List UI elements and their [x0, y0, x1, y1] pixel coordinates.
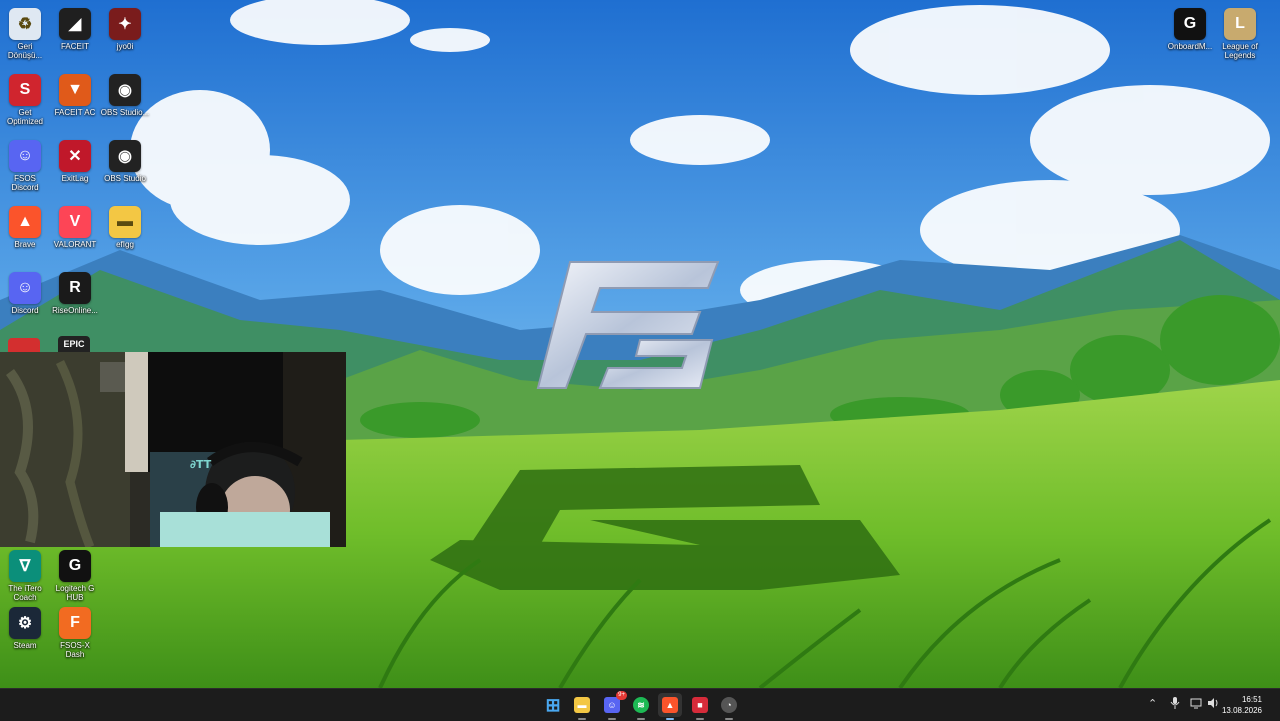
- desktop-icon-label: FACEIT: [60, 42, 89, 51]
- desktop-icon[interactable]: ✦ jyo0i: [100, 4, 150, 66]
- clock-date: 13.08.2026: [1221, 706, 1262, 715]
- desktop-icon[interactable]: ◉ OBS Studio: [100, 136, 150, 198]
- taskbar: ⊞ ▬ ☺ 9+ ≋ ▲ ■ ◔ ⌃ 16:51 13.08.2026: [0, 688, 1280, 721]
- desktop-icon-label: The iTero Coach: [8, 584, 42, 602]
- rise-online-icon: R: [59, 272, 91, 304]
- desktop-icon-label: Logitech G HUB: [55, 584, 95, 602]
- desktop-icon[interactable]: ♻ Geri Dönüşü...: [0, 4, 50, 66]
- desktop-icon[interactable]: F FSOS-X Dash: [50, 603, 100, 665]
- game-icon: ✦: [109, 8, 141, 40]
- desktop-icon[interactable]: ◉ OBS Studio...: [100, 70, 150, 132]
- desktop-icon[interactable]: V VALORANT: [50, 202, 100, 264]
- desktop-icon-label: ExitLag: [61, 174, 89, 183]
- desktop-icon-label: jyo0i: [116, 42, 134, 51]
- gauge-icon: ◔: [721, 697, 737, 713]
- desktop-icon-label: Get Optimized: [6, 108, 43, 126]
- desktop-icon[interactable]: G Logitech G HUB: [50, 546, 100, 608]
- desktop-icon-label: VALORANT: [53, 240, 97, 249]
- desktop-icon[interactable]: ▼ FACEIT AC: [50, 70, 100, 132]
- red-app-icon: ■: [692, 697, 708, 713]
- network-icon[interactable]: [1190, 697, 1202, 712]
- desktop-wallpaper: [0, 0, 1280, 688]
- svg-text:∂TT: ∂TT: [190, 458, 212, 471]
- get-optimized-icon: S: [9, 74, 41, 106]
- recycle-bin-icon: ♻: [9, 8, 41, 40]
- desktop-icon-label: League of Legends: [1222, 42, 1258, 60]
- desktop-icon-label: OnboardM...: [1167, 42, 1213, 51]
- desktop-icon-label: Discord: [11, 306, 39, 315]
- desktop-icon-label: FSOS Discord: [11, 174, 39, 192]
- desktop-icon-label: FACEIT AC: [54, 108, 96, 117]
- desktop-icon-label: FSOS-X Dash: [60, 641, 90, 659]
- taskbar-discord-button[interactable]: ☺ 9+: [600, 691, 627, 720]
- epic-games-icon[interactable]: EPIC: [58, 336, 90, 352]
- webcam-overlay: ∂TT: [0, 352, 346, 547]
- desktop-icon[interactable]: ☺ Discord: [0, 268, 50, 330]
- folder-icon: ▬: [574, 697, 590, 713]
- notification-badge: 9+: [616, 691, 627, 700]
- brave-icon: ▲: [9, 206, 41, 238]
- fsos-icon: F: [59, 607, 91, 639]
- fs-chrome-logo: [536, 261, 720, 389]
- obs-icon: ◉: [109, 140, 141, 172]
- valorant-icon: V: [59, 206, 91, 238]
- desktop-icon[interactable]: ⚙ Steam: [0, 603, 50, 665]
- faceit-icon: ◢: [59, 8, 91, 40]
- clock-time: 16:51: [1241, 695, 1262, 704]
- system-clock[interactable]: 16:51 13.08.2026: [1222, 694, 1262, 716]
- logitech-icon: G: [1174, 8, 1206, 40]
- windows-start-icon: ⊞: [545, 694, 561, 715]
- league-icon: L: [1224, 8, 1256, 40]
- desktop-icon[interactable]: L League of Legends: [1215, 4, 1265, 66]
- microphone-icon[interactable]: [1170, 697, 1180, 712]
- discord-icon: ☺: [9, 272, 41, 304]
- desktop-icon[interactable]: ∇ The iTero Coach: [0, 546, 50, 608]
- desktop-icon-label: Geri Dönüşü...: [7, 42, 43, 60]
- desktop-icon-label: Brave: [14, 240, 36, 249]
- faceit-ac-icon: ▼: [59, 74, 91, 106]
- desktop-icon[interactable]: ▬ efIgg: [100, 202, 150, 264]
- steam-icon: ⚙: [9, 607, 41, 639]
- desktop-icon-label: Steam: [13, 641, 37, 650]
- desktop-icon[interactable]: G OnboardM...: [1165, 4, 1215, 66]
- itero-icon: ∇: [9, 550, 41, 582]
- desktop-icon[interactable]: ✕ ExitLag: [50, 136, 100, 198]
- taskbar-spotify-button[interactable]: ≋: [629, 693, 653, 720]
- obs-icon: ◉: [109, 74, 141, 106]
- desktop-icon-label: RiseOnline...: [52, 306, 98, 315]
- desktop-icon-label: OBS Studio: [104, 174, 146, 183]
- taskbar-brave-button[interactable]: ▲: [658, 693, 682, 720]
- desktop-icon[interactable]: ▲ Brave: [0, 202, 50, 264]
- desktop-icon-label: OBS Studio...: [100, 108, 150, 117]
- taskbar-app-red-button[interactable]: ■: [688, 693, 712, 720]
- logitech-icon: G: [59, 550, 91, 582]
- desktop-icon[interactable]: S Get Optimized: [0, 70, 50, 132]
- exitlag-icon: ✕: [59, 140, 91, 172]
- chevron-up-icon[interactable]: ⌃: [1148, 697, 1157, 710]
- volume-icon[interactable]: [1207, 697, 1219, 712]
- spotify-icon: ≋: [633, 697, 649, 713]
- discord-icon: ☺: [9, 140, 41, 172]
- desktop-icon[interactable]: ◢ FACEIT: [50, 4, 100, 66]
- taskbar-start-button[interactable]: ⊞: [541, 693, 565, 717]
- folder-icon: ▬: [109, 206, 141, 238]
- desktop-icon[interactable]: ☺ FSOS Discord: [0, 136, 50, 198]
- taskbar-steelseries-button[interactable]: ◔: [717, 693, 741, 720]
- desktop-icon[interactable]: R RiseOnline...: [50, 268, 100, 330]
- brave-icon: ▲: [662, 697, 678, 713]
- taskbar-file-explorer-button[interactable]: ▬: [570, 693, 594, 720]
- desktop-icon-label: efIgg: [116, 240, 134, 249]
